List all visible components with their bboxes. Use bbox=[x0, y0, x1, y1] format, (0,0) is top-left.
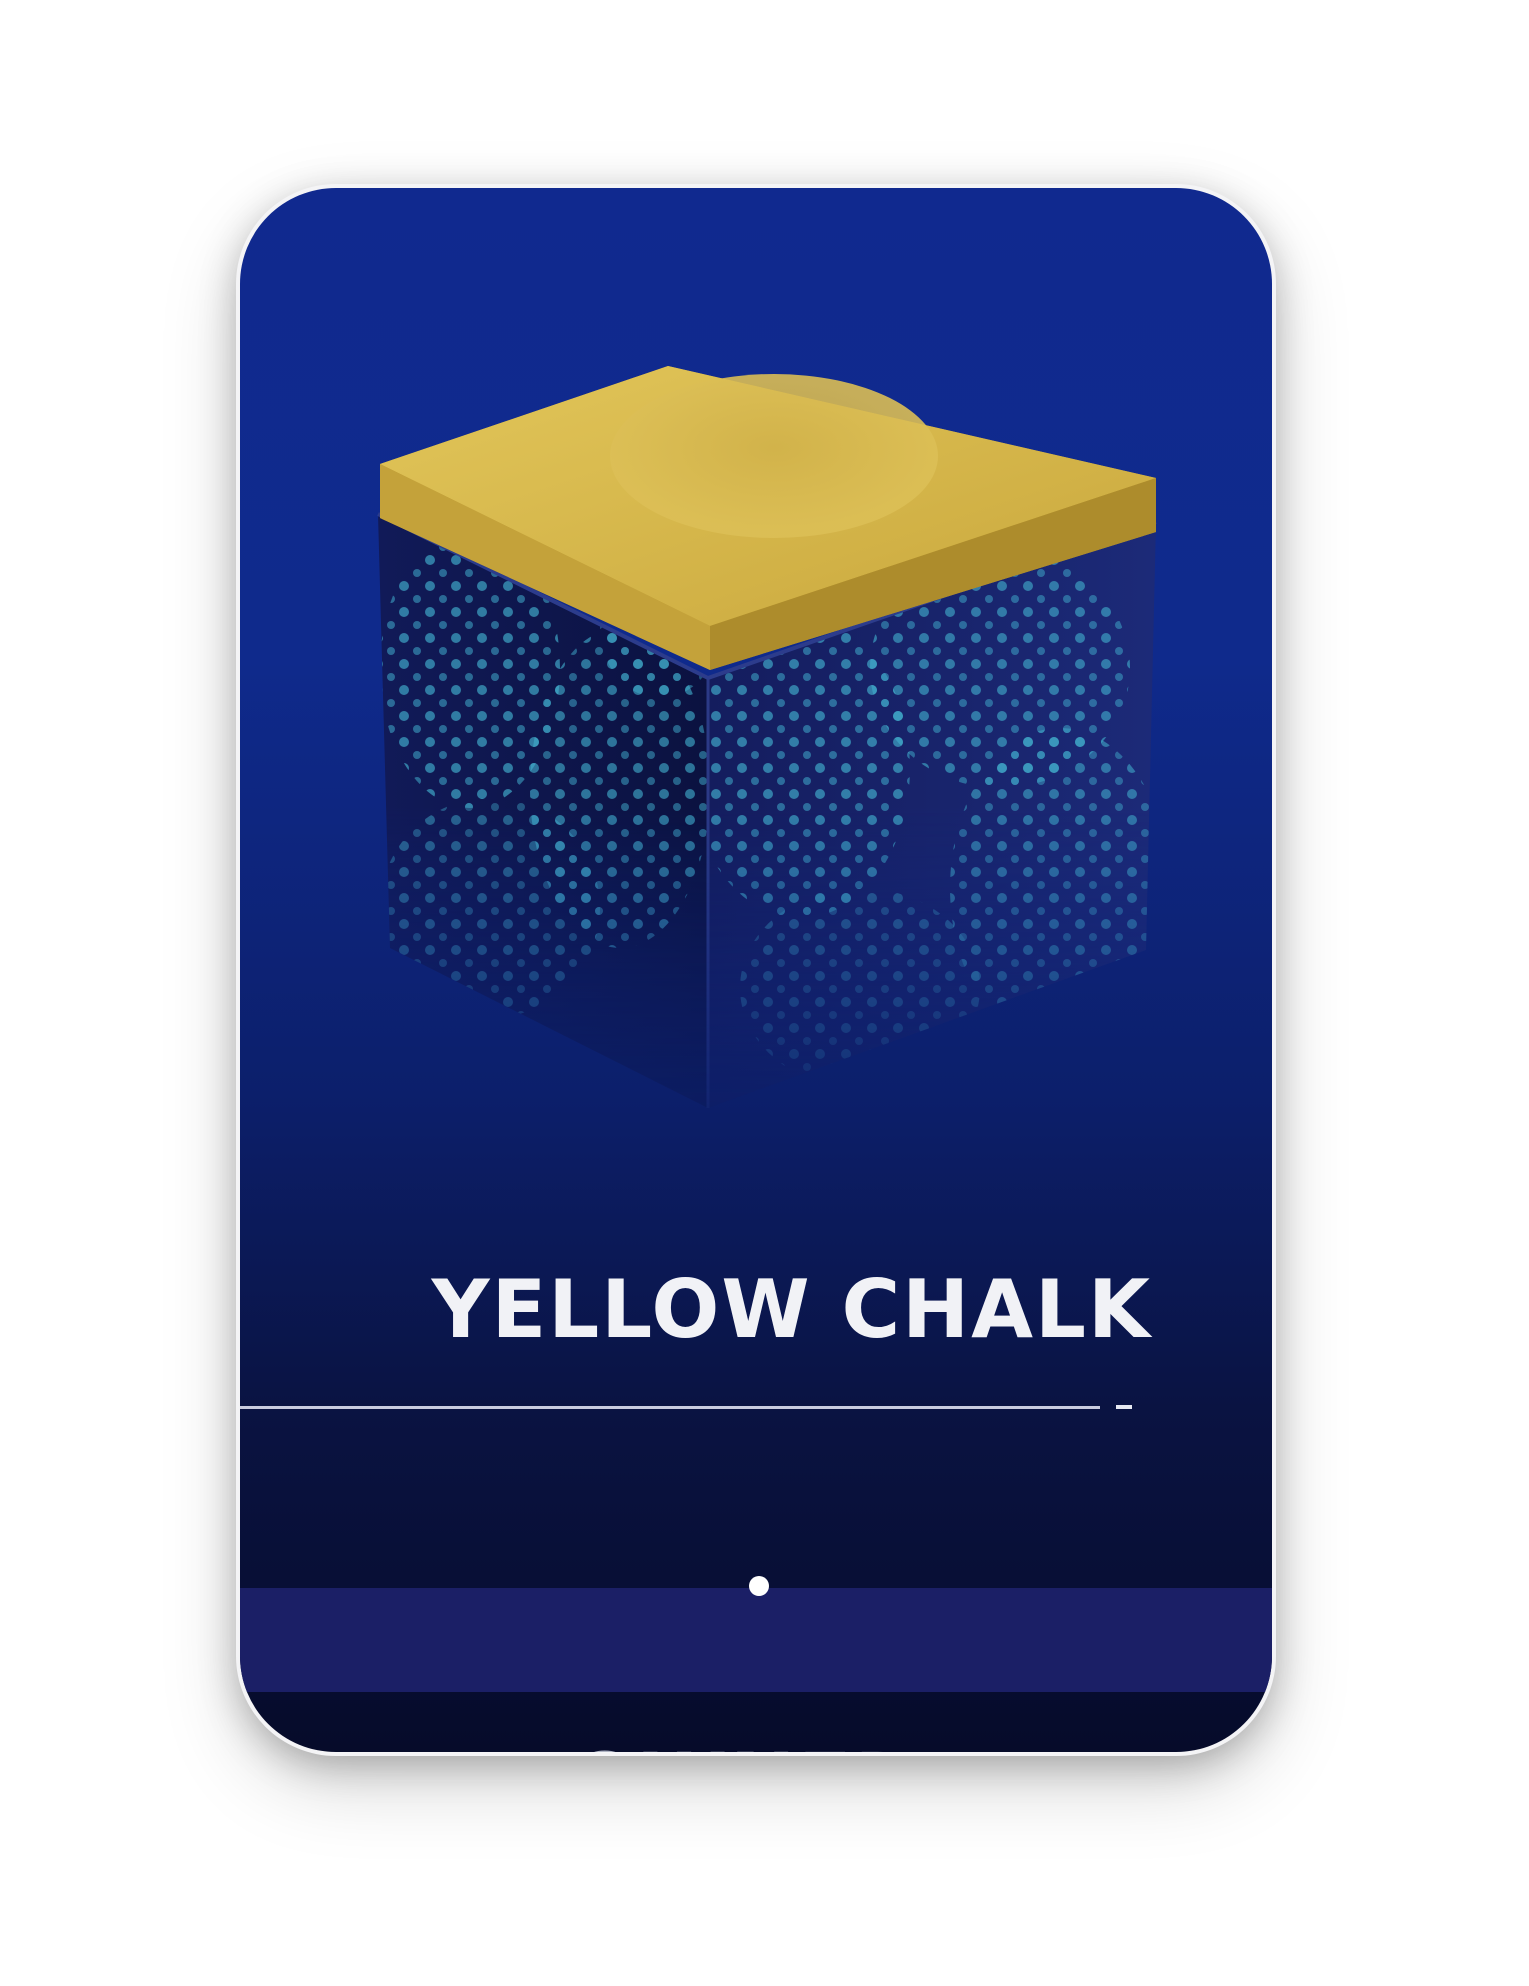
divider-dash bbox=[1116, 1405, 1132, 1409]
item-card[interactable]: YELLOW CHALK OWNED bbox=[240, 188, 1272, 1752]
owned-status-label: OWNED bbox=[552, 1744, 942, 1752]
status-row: OWNED bbox=[240, 1740, 1272, 1752]
page-indicator-dot[interactable] bbox=[749, 1576, 769, 1596]
divider-line bbox=[240, 1406, 1100, 1409]
chalk-cube-image bbox=[377, 366, 1157, 1108]
info-band bbox=[240, 1588, 1272, 1692]
item-name: YELLOW CHALK bbox=[431, 1263, 1152, 1356]
